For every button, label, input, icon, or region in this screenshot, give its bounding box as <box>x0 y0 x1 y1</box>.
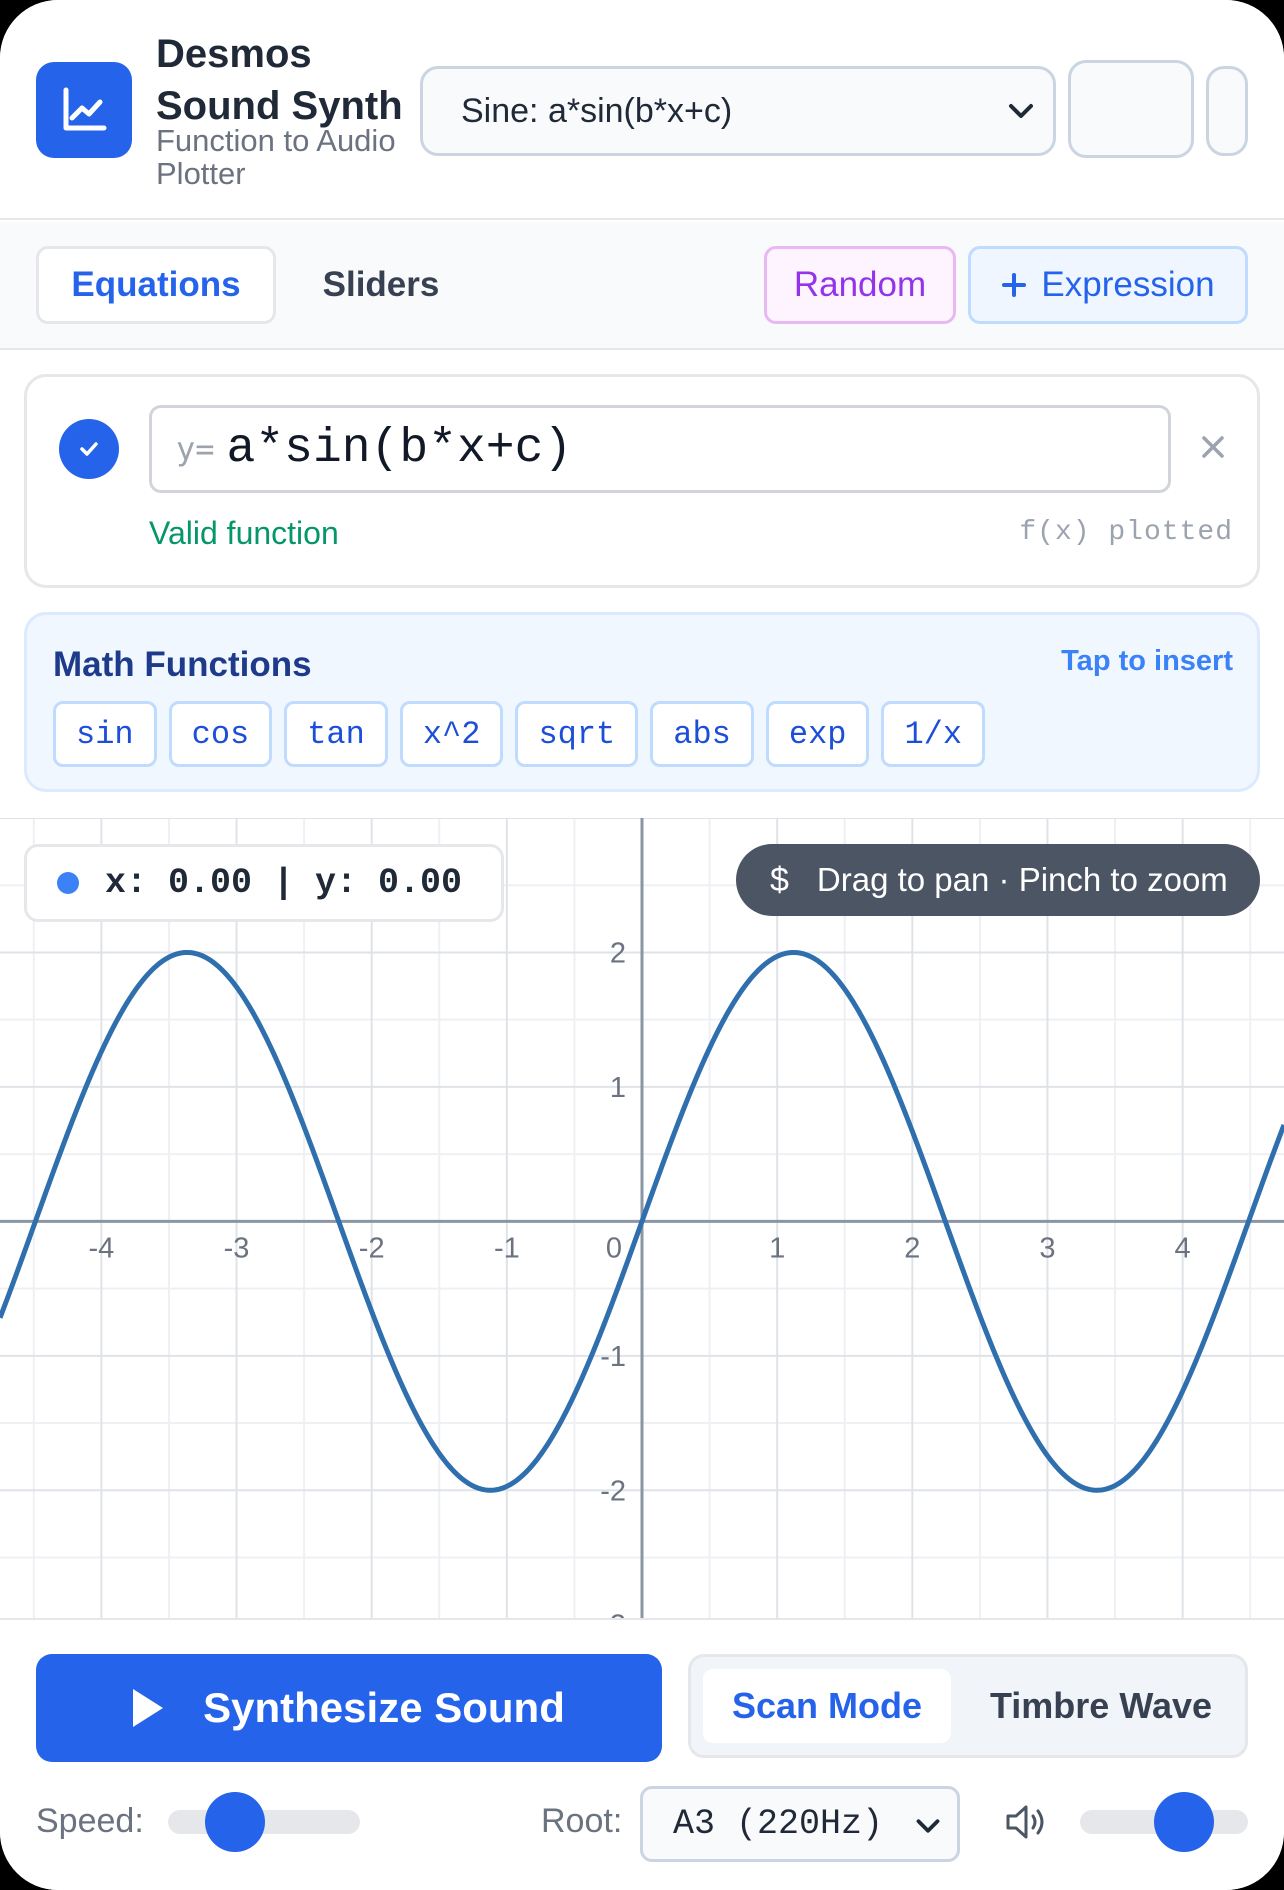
root-note-select[interactable]: A3 (220Hz) <box>640 1786 960 1862</box>
app-header: Desmos Sound Synth Function to Audio Plo… <box>0 0 1284 220</box>
chip-x-squared[interactable]: x^2 <box>399 701 504 767</box>
app-subtitle: Function to Audio Plotter <box>156 123 396 191</box>
header-action-button[interactable] <box>1068 60 1194 158</box>
mode-scan[interactable]: Scan Mode <box>703 1669 951 1743</box>
function-chip-list: sin cos tan x^2 sqrt abs exp 1/x <box>53 701 986 767</box>
x-tick-label: -2 <box>359 1232 385 1264</box>
pan-zoom-hint-text: Drag to pan · Pinch to zoom <box>816 861 1228 898</box>
chart-line-icon <box>36 62 132 158</box>
y-tick-label: -2 <box>600 1475 626 1507</box>
coordinate-readout: x: 0.00 | y: 0.00 <box>24 844 504 922</box>
chip-sqrt[interactable]: sqrt <box>515 701 639 767</box>
root-label: Root: <box>541 1802 623 1840</box>
chip-reciprocal[interactable]: 1/x <box>881 701 986 767</box>
speed-label: Speed: <box>36 1802 144 1840</box>
equation-note: f(x) plotted <box>1019 517 1233 548</box>
chip-exp[interactable]: exp <box>765 701 870 767</box>
play-icon <box>133 1689 164 1727</box>
equation-input[interactable]: y= a*sin(b*x+c) <box>149 405 1171 493</box>
chip-tan[interactable]: tan <box>284 701 388 767</box>
check-icon <box>80 442 98 456</box>
volume-slider-handle[interactable] <box>1154 1792 1215 1852</box>
chevron-down-icon <box>1009 104 1033 118</box>
header-menu-button[interactable] <box>1206 66 1248 156</box>
x-tick-label: -3 <box>224 1232 250 1264</box>
x-tick-label: 0 <box>606 1232 622 1264</box>
graph-canvas[interactable]: -4-3-2-10123421-1-2-3 x: 0.00 | y: 0.00 … <box>0 818 1284 1618</box>
app-title: Desmos Sound Synth <box>156 28 416 132</box>
volume-icon <box>1006 1805 1044 1839</box>
y-tick-label: -1 <box>600 1341 626 1373</box>
graph-svg[interactable]: -4 -3 -2 -1 0 1 2 3 4 2 1 -1 -2 -3 <box>0 818 1284 1618</box>
y-tick-label: 1 <box>610 1072 626 1104</box>
playback-controls: Synthesize Sound Scan Mode Timbre Wave S… <box>0 1618 1284 1890</box>
add-expression-label: Expression <box>1041 265 1215 304</box>
x-tick-label: -4 <box>88 1232 114 1264</box>
plus-icon <box>1002 273 1027 297</box>
chip-abs[interactable]: abs <box>650 701 754 767</box>
root-note-value: A3 (220Hz) <box>673 1804 884 1844</box>
cursor-dot-icon <box>57 872 79 894</box>
mode-timbre-wave[interactable]: Timbre Wave <box>963 1669 1239 1743</box>
math-functions-card: Math Functions Tap to insert sin cos tan… <box>24 612 1260 792</box>
x-tick-label: 3 <box>1039 1232 1055 1264</box>
synthesize-button[interactable]: Synthesize Sound <box>36 1654 662 1762</box>
hand-icon: $ <box>770 860 789 899</box>
y-tick-label: -3 <box>600 1610 626 1618</box>
x-tick-label: 2 <box>904 1232 920 1264</box>
add-expression-button[interactable]: Expression <box>968 246 1248 324</box>
preset-select-value: Sine: a*sin(b*x+c) <box>461 91 733 130</box>
equation-status: Valid function <box>149 515 339 551</box>
equation-prefix: y= <box>176 430 215 468</box>
tab-equations[interactable]: Equations <box>36 246 276 324</box>
coordinate-text: x: 0.00 | y: 0.00 <box>105 863 463 903</box>
math-functions-title: Math Functions <box>53 645 312 684</box>
synthesize-label: Synthesize Sound <box>203 1684 565 1731</box>
pan-zoom-hint: $ Drag to pan · Pinch to zoom <box>736 844 1260 916</box>
chip-sin[interactable]: sin <box>53 701 157 767</box>
chip-cos[interactable]: cos <box>168 701 273 767</box>
x-tick-label: -1 <box>494 1232 520 1264</box>
speed-slider-handle[interactable] <box>205 1792 266 1852</box>
close-icon[interactable] <box>1183 417 1243 477</box>
chevron-down-icon <box>916 1819 940 1833</box>
tab-sliders[interactable]: Sliders <box>296 246 466 324</box>
equation-toggle[interactable] <box>59 419 119 479</box>
app-title-line1: Desmos <box>156 32 312 76</box>
equation-text: a*sin(b*x+c) <box>226 422 573 476</box>
x-tick-label: 1 <box>769 1232 785 1264</box>
math-functions-hint: Tap to insert <box>1061 645 1233 677</box>
mode-toggle: Scan Mode Timbre Wave <box>688 1654 1248 1758</box>
app-window: Desmos Sound Synth Function to Audio Plo… <box>0 0 1284 1890</box>
equation-card: y= a*sin(b*x+c) Valid function f(x) plot… <box>24 374 1260 588</box>
x-tick-label: 4 <box>1175 1232 1191 1264</box>
random-button[interactable]: Random <box>764 246 956 324</box>
preset-select[interactable]: Sine: a*sin(b*x+c) <box>420 66 1056 156</box>
y-tick-label: 2 <box>610 937 626 969</box>
tab-bar: Equations Sliders Random Expression <box>0 222 1284 350</box>
